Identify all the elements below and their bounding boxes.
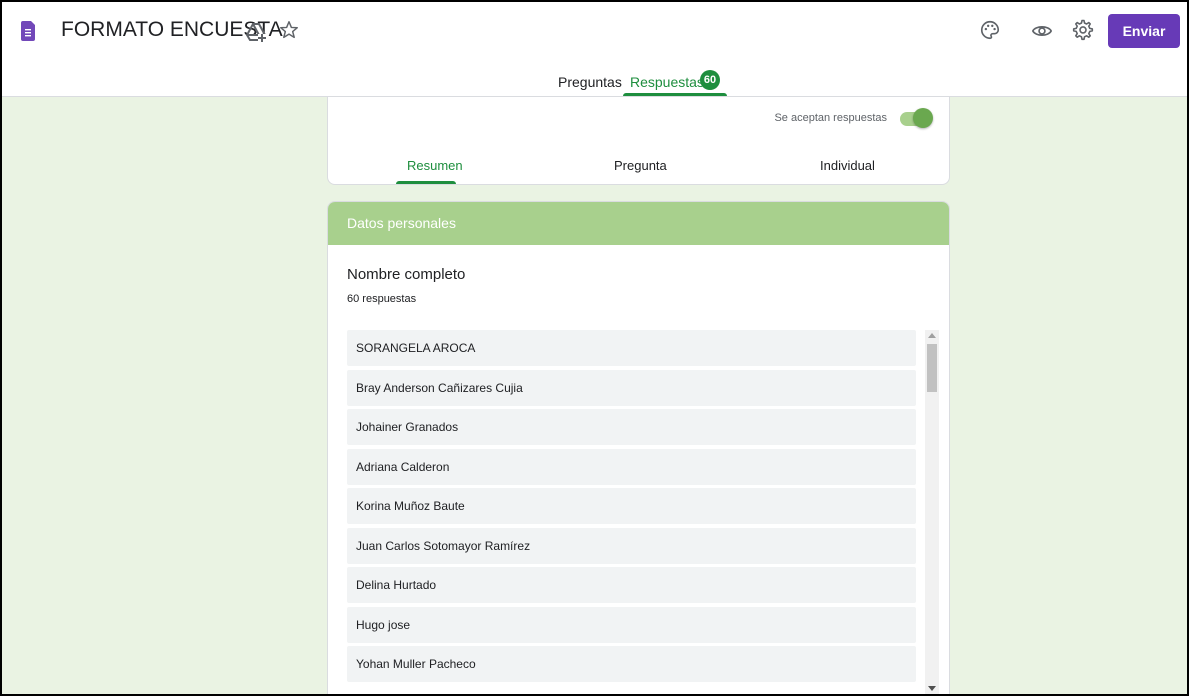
answer-row: Hugo jose [347,606,916,643]
scroll-up-arrow-icon[interactable] [928,333,936,338]
answer-row: Juan Carlos Sotomayor Ramírez [347,527,916,564]
answer-row: Yohan Muller Pacheco [347,646,916,682]
subtab-individual[interactable]: Individual [820,158,875,173]
active-tab-indicator [623,93,727,96]
answer-row: SORANGELA AROCA [347,330,916,366]
send-button[interactable]: Enviar [1108,14,1180,48]
subtab-question[interactable]: Pregunta [614,158,667,173]
subtab-summary[interactable]: Resumen [407,158,463,173]
section-header: Datos personales [328,202,949,245]
answer-row: Johainer Granados [347,409,916,445]
palette-icon[interactable] [979,19,1001,41]
top-app-bar: FORMATO ENCUESTA Enviar [2,2,1187,60]
answer-count: 60 respuestas [347,293,417,305]
form-tab-bar: Preguntas Respuestas 60 [2,60,1187,97]
answer-list: SORANGELA AROCA Bray Anderson Cañizares … [347,330,916,686]
scroll-thumb[interactable] [927,344,937,392]
answer-row: Delina Hurtado [347,567,916,603]
preview-eye-icon[interactable] [1031,20,1053,42]
move-to-drive-icon[interactable] [246,22,266,42]
answer-row: Bray Anderson Cañizares Cujia [347,369,916,406]
forms-doc-icon[interactable] [21,21,35,41]
answer-row: Korina Muñoz Baute [347,488,916,524]
responses-summary-card: Se aceptan respuestas Resumen Pregunta I… [327,97,950,185]
question-summary-card: Datos personales Nombre completo 60 resp… [327,201,950,694]
answer-list-scrollbar[interactable] [925,330,939,694]
accepting-responses-label: Se aceptan respuestas [774,112,887,124]
main-content: Se aceptan respuestas Resumen Pregunta I… [2,97,1187,694]
tab-questions[interactable]: Preguntas [558,74,622,90]
star-icon[interactable] [278,19,300,41]
tab-responses[interactable]: Respuestas [630,74,704,90]
settings-gear-icon[interactable] [1071,18,1095,42]
question-title: Nombre completo [347,266,466,283]
subtab-active-indicator [396,181,456,184]
answer-row: Adriana Calderon [347,448,916,485]
scroll-down-arrow-icon[interactable] [928,686,936,691]
toggle-knob[interactable] [913,108,933,128]
responses-count-badge: 60 [700,70,720,90]
